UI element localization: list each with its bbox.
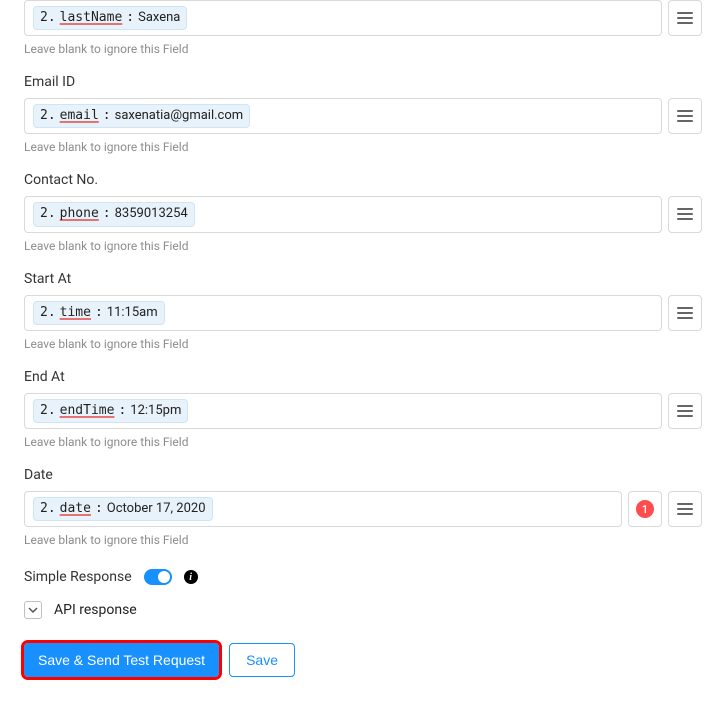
field-end-at: End At 2. endTime : 12:15pm Leave blank … — [24, 369, 702, 449]
menu-icon — [677, 503, 693, 515]
tag-value: saxenatia@gmail.com — [115, 107, 244, 125]
tag-colon: : — [103, 107, 111, 125]
field-label: Date — [24, 467, 702, 483]
tag-value: 8359013254 — [115, 205, 188, 223]
tag-key: lastName — [60, 9, 123, 27]
tag-start-at: 2. time : 11:15am — [33, 301, 165, 325]
help-text: Leave blank to ignore this Field — [24, 42, 702, 56]
menu-icon — [677, 110, 693, 122]
help-text: Leave blank to ignore this Field — [24, 140, 702, 154]
contact-input[interactable]: 2. phone : 8359013254 — [24, 196, 662, 232]
field-menu-button[interactable] — [668, 98, 702, 134]
button-row: Save & Send Test Request Save — [24, 643, 702, 677]
help-text: Leave blank to ignore this Field — [24, 533, 702, 547]
tag-value: 11:15am — [107, 304, 158, 322]
field-email: Email ID 2. email : saxenatia@gmail.com … — [24, 74, 702, 154]
tag-value: October 17, 2020 — [107, 500, 206, 518]
tag-key: time — [60, 304, 91, 322]
info-icon[interactable]: i — [184, 570, 198, 584]
tag-index: 2. — [40, 205, 56, 223]
tag-colon: : — [126, 9, 134, 27]
api-response-expand[interactable] — [24, 601, 42, 619]
field-warning-button[interactable]: 1 — [628, 491, 662, 527]
field-start-at: Start At 2. time : 11:15am Leave blank t… — [24, 271, 702, 351]
warning-badge: 1 — [636, 500, 654, 518]
menu-icon — [677, 12, 693, 24]
tag-colon: : — [103, 205, 111, 223]
simple-response-label: Simple Response — [24, 569, 132, 585]
tag-colon: : — [118, 402, 126, 420]
tag-key: phone — [60, 205, 99, 223]
api-response-row: API response — [24, 601, 702, 619]
start-at-input[interactable]: 2. time : 11:15am — [24, 295, 662, 331]
email-input[interactable]: 2. email : saxenatia@gmail.com — [24, 98, 662, 134]
tag-last-name: 2. lastName : Saxena — [33, 6, 187, 30]
date-input[interactable]: 2. date : October 17, 2020 — [24, 491, 622, 527]
field-label: Email ID — [24, 74, 702, 90]
save-button[interactable]: Save — [229, 643, 295, 677]
tag-contact: 2. phone : 8359013254 — [33, 202, 195, 226]
field-last-name: 2. lastName : Saxena Leave blank to igno… — [24, 0, 702, 56]
field-contact: Contact No. 2. phone : 8359013254 Leave … — [24, 172, 702, 252]
api-response-label: API response — [54, 602, 137, 618]
field-menu-button[interactable] — [668, 0, 702, 36]
help-text: Leave blank to ignore this Field — [24, 239, 702, 253]
menu-icon — [677, 307, 693, 319]
tag-value: Saxena — [138, 9, 180, 27]
end-at-input[interactable]: 2. endTime : 12:15pm — [24, 393, 662, 429]
help-text: Leave blank to ignore this Field — [24, 435, 702, 449]
tag-key: date — [60, 500, 91, 518]
help-text: Leave blank to ignore this Field — [24, 337, 702, 351]
tag-index: 2. — [40, 402, 56, 420]
field-menu-button[interactable] — [668, 491, 702, 527]
field-label: Start At — [24, 271, 702, 287]
tag-key: email — [60, 107, 99, 125]
tag-date: 2. date : October 17, 2020 — [33, 497, 213, 521]
menu-icon — [677, 208, 693, 220]
tag-colon: : — [95, 500, 103, 518]
simple-response-toggle[interactable] — [144, 569, 172, 585]
save-send-test-button[interactable]: Save & Send Test Request — [24, 643, 219, 677]
chevron-down-icon — [28, 605, 38, 615]
field-menu-button[interactable] — [668, 393, 702, 429]
tag-key: endTime — [60, 402, 115, 420]
last-name-input[interactable]: 2. lastName : Saxena — [24, 0, 662, 36]
tag-index: 2. — [40, 9, 56, 27]
tag-value: 12:15pm — [130, 402, 181, 420]
field-label: End At — [24, 369, 702, 385]
tag-end-at: 2. endTime : 12:15pm — [33, 399, 188, 423]
field-label: Contact No. — [24, 172, 702, 188]
tag-index: 2. — [40, 304, 56, 322]
tag-index: 2. — [40, 500, 56, 518]
menu-icon — [677, 405, 693, 417]
tag-index: 2. — [40, 107, 56, 125]
tag-email: 2. email : saxenatia@gmail.com — [33, 104, 250, 128]
field-menu-button[interactable] — [668, 295, 702, 331]
field-date: Date 2. date : October 17, 2020 1 Leave … — [24, 467, 702, 547]
field-menu-button[interactable] — [668, 196, 702, 232]
tag-colon: : — [95, 304, 103, 322]
simple-response-row: Simple Response i — [24, 569, 702, 585]
